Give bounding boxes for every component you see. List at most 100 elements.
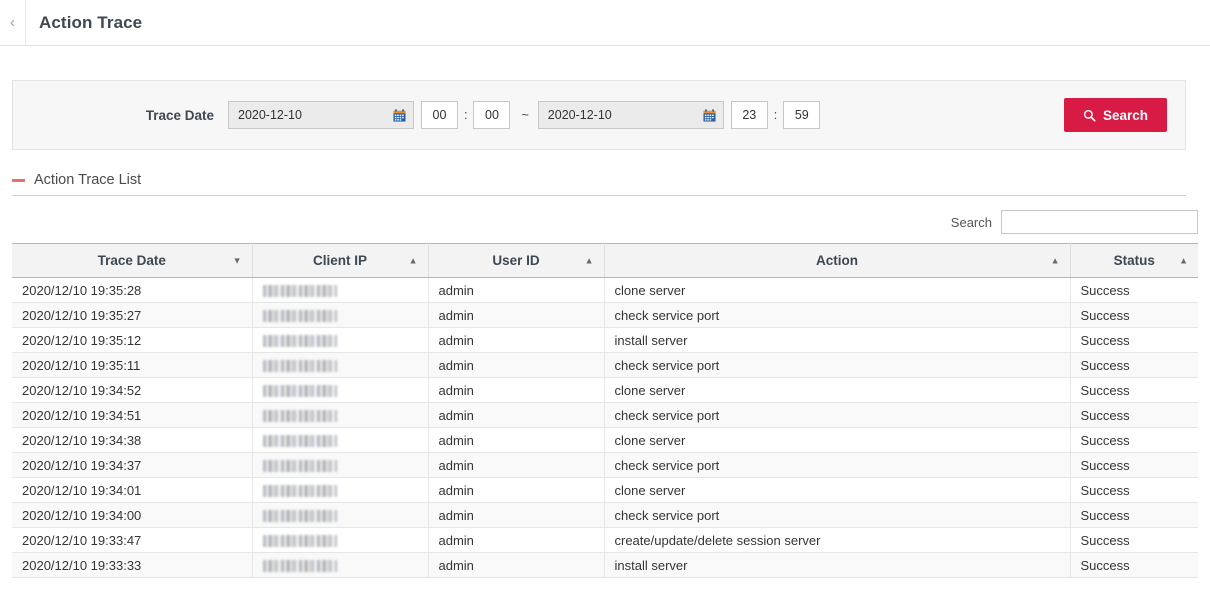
table-row[interactable]: 2020/12/10 19:34:38adminclone serverSucc… <box>12 428 1198 453</box>
cell-user-id: admin <box>428 528 604 553</box>
cell-user-id: admin <box>428 328 604 353</box>
trace-date-filter-panel: Trace Date 2020-12-10 <box>12 80 1186 150</box>
calendar-icon[interactable] <box>393 109 406 122</box>
cell-action: check service port <box>604 453 1070 478</box>
column-header-client-ip[interactable]: Client IP ▲ <box>252 244 428 278</box>
cell-trace-date: 2020/12/10 19:34:52 <box>12 378 252 403</box>
redacted-ip-blur <box>263 385 337 397</box>
cell-action: clone server <box>604 278 1070 303</box>
cell-client-ip <box>252 328 428 353</box>
column-label-status: Status <box>1114 253 1155 268</box>
cell-client-ip <box>252 278 428 303</box>
cell-trace-date: 2020/12/10 19:34:51 <box>12 403 252 428</box>
cell-status: Success <box>1070 303 1198 328</box>
column-header-user-id[interactable]: User ID ▲ <box>428 244 604 278</box>
cell-client-ip <box>252 428 428 453</box>
cell-action: check service port <box>604 303 1070 328</box>
section-title: Action Trace List <box>34 172 141 188</box>
redacted-ip-blur <box>263 535 337 547</box>
column-header-trace-date[interactable]: Trace Date ▼ <box>12 244 252 278</box>
table-search-input[interactable] <box>1001 210 1198 234</box>
cell-status: Success <box>1070 453 1198 478</box>
calendar-icon[interactable] <box>703 109 716 122</box>
page-title: Action Trace <box>26 13 142 33</box>
cell-trace-date: 2020/12/10 19:33:47 <box>12 528 252 553</box>
redacted-ip-blur <box>263 485 337 497</box>
end-date-input[interactable]: 2020-12-10 <box>538 101 724 129</box>
table-row[interactable]: 2020/12/10 19:35:28adminclone serverSucc… <box>12 278 1198 303</box>
cell-client-ip <box>252 528 428 553</box>
table-row[interactable]: 2020/12/10 19:35:12admininstall serverSu… <box>12 328 1198 353</box>
end-time-separator: : <box>774 108 777 122</box>
start-date-value: 2020-12-10 <box>238 108 302 122</box>
cell-client-ip <box>252 403 428 428</box>
redacted-ip-blur <box>263 560 337 572</box>
cell-action: check service port <box>604 503 1070 528</box>
table-row[interactable]: 2020/12/10 19:34:00admincheck service po… <box>12 503 1198 528</box>
cell-user-id: admin <box>428 553 604 578</box>
cell-user-id: admin <box>428 378 604 403</box>
cell-trace-date: 2020/12/10 19:34:37 <box>12 453 252 478</box>
cell-action: clone server <box>604 378 1070 403</box>
cell-action: clone server <box>604 478 1070 503</box>
cell-user-id: admin <box>428 428 604 453</box>
cell-user-id: admin <box>428 353 604 378</box>
sidebar-collapse-toggle[interactable]: ‹ <box>0 0 26 46</box>
cell-user-id: admin <box>428 403 604 428</box>
sort-asc-icon: ▲ <box>1179 256 1188 265</box>
cell-status: Success <box>1070 553 1198 578</box>
table-row[interactable]: 2020/12/10 19:34:01adminclone serverSucc… <box>12 478 1198 503</box>
start-date-input[interactable]: 2020-12-10 <box>228 101 414 129</box>
table-row[interactable]: 2020/12/10 19:35:27 admincheck service po… <box>12 303 1198 328</box>
cell-status: Success <box>1070 528 1198 553</box>
redacted-ip-blur <box>263 460 337 472</box>
cell-action: clone server <box>604 428 1070 453</box>
cell-client-ip <box>252 353 428 378</box>
cell-user-id: admin <box>428 453 604 478</box>
range-separator: ~ <box>521 108 528 122</box>
top-header-bar: ‹ Action Trace <box>0 0 1210 46</box>
action-trace-table-container: Trace Date ▼ Client IP ▲ User ID ▲ Actio… <box>12 243 1198 578</box>
cell-status: Success <box>1070 403 1198 428</box>
cell-client-ip <box>252 303 428 328</box>
table-row[interactable]: 2020/12/10 19:34:51 admincheck service po… <box>12 403 1198 428</box>
table-row[interactable]: 2020/12/10 19:35:11admincheck service po… <box>12 353 1198 378</box>
cell-status: Success <box>1070 378 1198 403</box>
redacted-ip-blur <box>263 410 337 422</box>
start-hour-input[interactable]: 00 <box>421 101 458 129</box>
cell-status: Success <box>1070 353 1198 378</box>
end-minute-input[interactable]: 59 <box>783 101 820 129</box>
cell-action: install server <box>604 553 1070 578</box>
cell-client-ip <box>252 378 428 403</box>
table-row[interactable]: 2020/12/10 19:34:37 admincheck service po… <box>12 453 1198 478</box>
cell-client-ip <box>252 553 428 578</box>
cell-trace-date: 2020/12/10 19:35:27 <box>12 303 252 328</box>
cell-status: Success <box>1070 428 1198 453</box>
column-header-action[interactable]: Action ▲ <box>604 244 1070 278</box>
table-header: Trace Date ▼ Client IP ▲ User ID ▲ Actio… <box>12 244 1198 278</box>
search-button[interactable]: Search <box>1064 98 1167 132</box>
column-header-status[interactable]: Status ▲ <box>1070 244 1198 278</box>
cell-user-id: admin <box>428 503 604 528</box>
table-body: 2020/12/10 19:35:28adminclone serverSucc… <box>12 278 1198 578</box>
table-search-filter: Search <box>0 210 1198 234</box>
end-hour-input[interactable]: 23 <box>731 101 768 129</box>
cell-action: check service port <box>604 403 1070 428</box>
table-row[interactable]: 2020/12/10 19:33:33admininstall serverSu… <box>12 553 1198 578</box>
cell-user-id: admin <box>428 303 604 328</box>
table-row[interactable]: 2020/12/10 19:34:52 adminclone serverSucc… <box>12 378 1198 403</box>
redacted-ip-blur <box>263 285 337 297</box>
end-date-value: 2020-12-10 <box>548 108 612 122</box>
minus-collapse-icon[interactable] <box>12 179 25 182</box>
cell-trace-date: 2020/12/10 19:35:28 <box>12 278 252 303</box>
table-search-label: Search <box>951 215 992 230</box>
cell-client-ip <box>252 503 428 528</box>
cell-status: Success <box>1070 478 1198 503</box>
redacted-ip-blur <box>263 310 337 322</box>
start-time-separator: : <box>464 108 467 122</box>
sort-asc-icon: ▲ <box>409 256 418 265</box>
search-button-label: Search <box>1103 108 1148 123</box>
action-trace-table: Trace Date ▼ Client IP ▲ User ID ▲ Actio… <box>12 243 1198 578</box>
start-minute-input[interactable]: 00 <box>473 101 510 129</box>
table-row[interactable]: 2020/12/10 19:33:47admincreate/update/de… <box>12 528 1198 553</box>
